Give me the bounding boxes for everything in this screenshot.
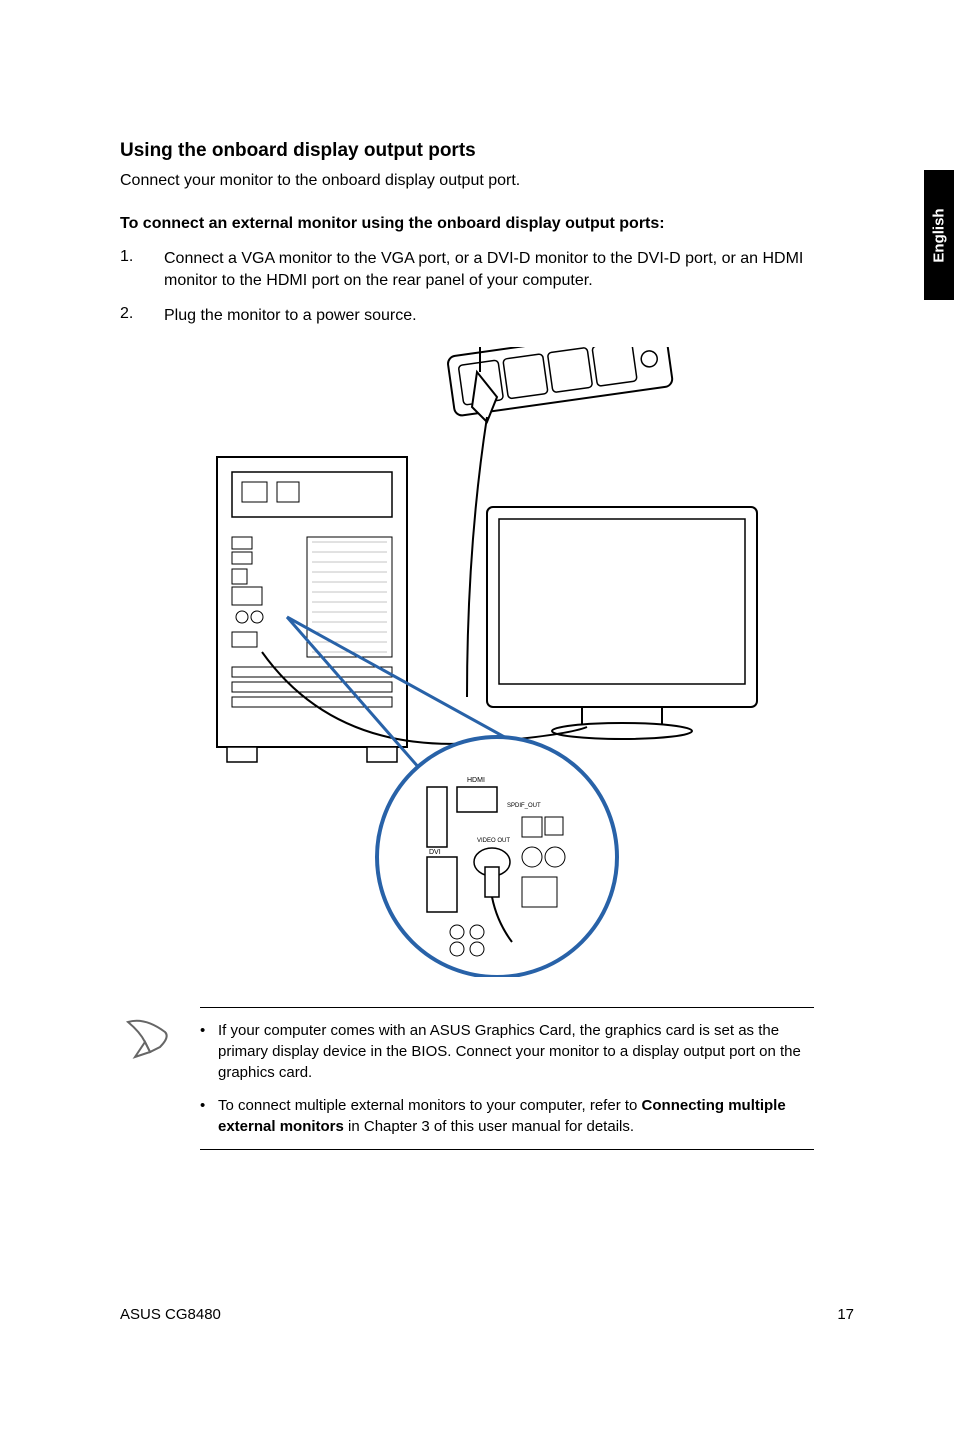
step-number: 2. (120, 305, 136, 327)
bullet: • (200, 1020, 208, 1083)
step-item: 2. Plug the monitor to a power source. (120, 305, 854, 327)
intro-text: Connect your monitor to the onboard disp… (120, 172, 854, 190)
note-content: • If your computer comes with an ASUS Gr… (200, 1007, 814, 1150)
subsection-title: To connect an external monitor using the… (120, 215, 854, 233)
note-item: • To connect multiple external monitors … (200, 1095, 814, 1137)
hdmi-label: HDMI (467, 777, 485, 784)
language-tab: English (924, 170, 954, 300)
bullet: • (200, 1095, 208, 1137)
note-list: • If your computer comes with an ASUS Gr… (200, 1020, 814, 1137)
note-text: To connect multiple external monitors to… (218, 1095, 814, 1137)
pencil-icon (120, 1012, 180, 1062)
step-item: 1. Connect a VGA monitor to the VGA port… (120, 248, 854, 293)
connection-diagram: HDMI SPDIF_OUT DVI VIDEO OUT (187, 347, 787, 977)
note-text: If your computer comes with an ASUS Grap… (218, 1020, 814, 1083)
footer-product: ASUS CG8480 (120, 1306, 221, 1323)
spdif-label: SPDIF_OUT (507, 803, 541, 809)
note-icon (120, 1012, 180, 1150)
step-text: Connect a VGA monitor to the VGA port, o… (164, 248, 854, 293)
section-title: Using the onboard display output ports (120, 140, 854, 162)
step-number: 1. (120, 248, 136, 293)
dvi-label: DVI (429, 849, 441, 856)
video-out-label: VIDEO OUT (477, 838, 510, 844)
footer-page-number: 17 (837, 1306, 854, 1323)
note-item: • If your computer comes with an ASUS Gr… (200, 1020, 814, 1083)
page-footer: ASUS CG8480 17 (120, 1306, 854, 1323)
language-label: English (931, 208, 948, 262)
step-text: Plug the monitor to a power source. (164, 305, 854, 327)
note-section: • If your computer comes with an ASUS Gr… (120, 1007, 854, 1150)
steps-list: 1. Connect a VGA monitor to the VGA port… (120, 248, 854, 327)
diagram-svg: HDMI SPDIF_OUT DVI VIDEO OUT (187, 347, 787, 977)
page-content: Using the onboard display output ports C… (0, 0, 954, 1150)
